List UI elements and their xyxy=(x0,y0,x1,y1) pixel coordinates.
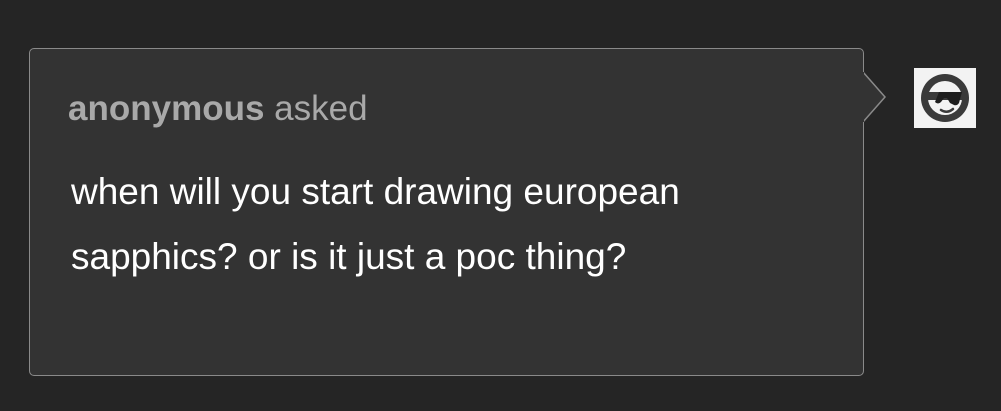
asker-verb: asked xyxy=(274,89,368,128)
asker-line: anonymous asked xyxy=(68,87,368,131)
asker-name[interactable]: anonymous xyxy=(68,89,264,128)
bubble-pointer xyxy=(862,72,886,122)
ask-bubble: anonymous asked when will you start draw… xyxy=(29,48,864,376)
question-text: when will you start drawing european sap… xyxy=(71,171,680,277)
sunglasses-face-icon xyxy=(921,74,969,122)
avatar[interactable] xyxy=(914,68,976,128)
